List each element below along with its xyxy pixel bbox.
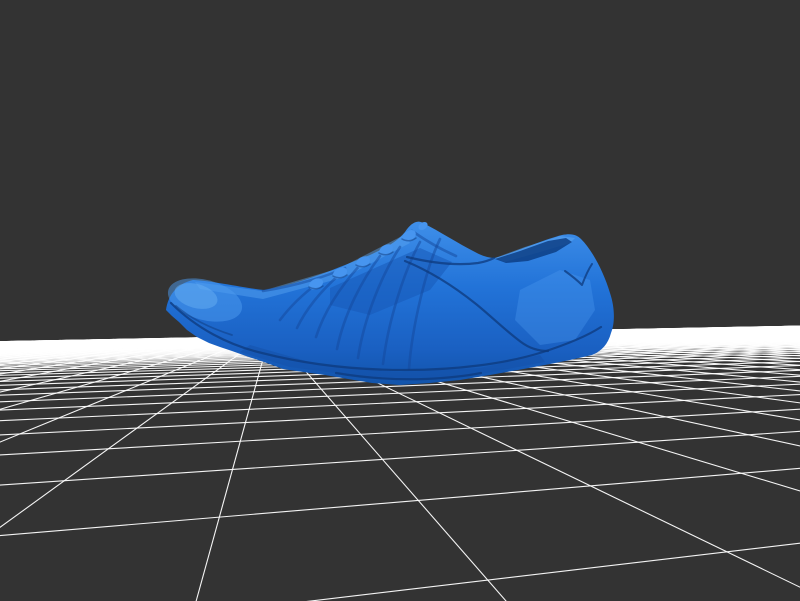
shoe-model[interactable] <box>163 220 614 385</box>
3d-viewport[interactable] <box>0 0 800 601</box>
